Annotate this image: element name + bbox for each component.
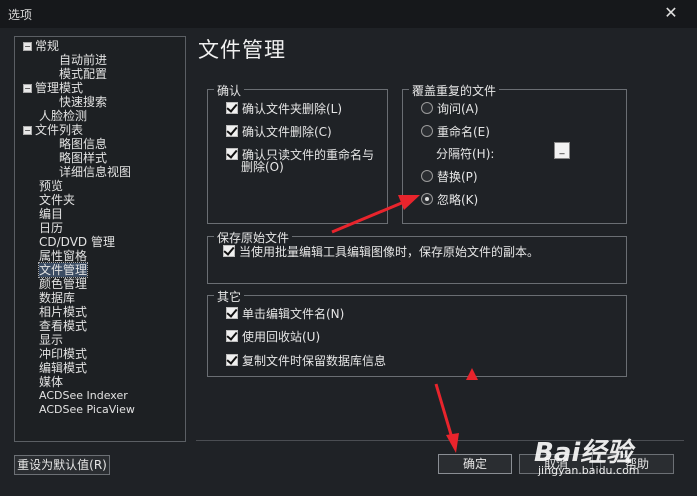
arrow-tip-icon — [466, 368, 478, 380]
arrow-to-ok-icon — [434, 383, 459, 453]
watermark-url: jingyan.baidu.com — [538, 464, 640, 477]
annotation-arrows — [331, 195, 478, 453]
baidu-watermark: Bai经验 jingyan.baidu.com — [534, 430, 694, 496]
arrow-to-ignore-icon — [331, 195, 420, 234]
